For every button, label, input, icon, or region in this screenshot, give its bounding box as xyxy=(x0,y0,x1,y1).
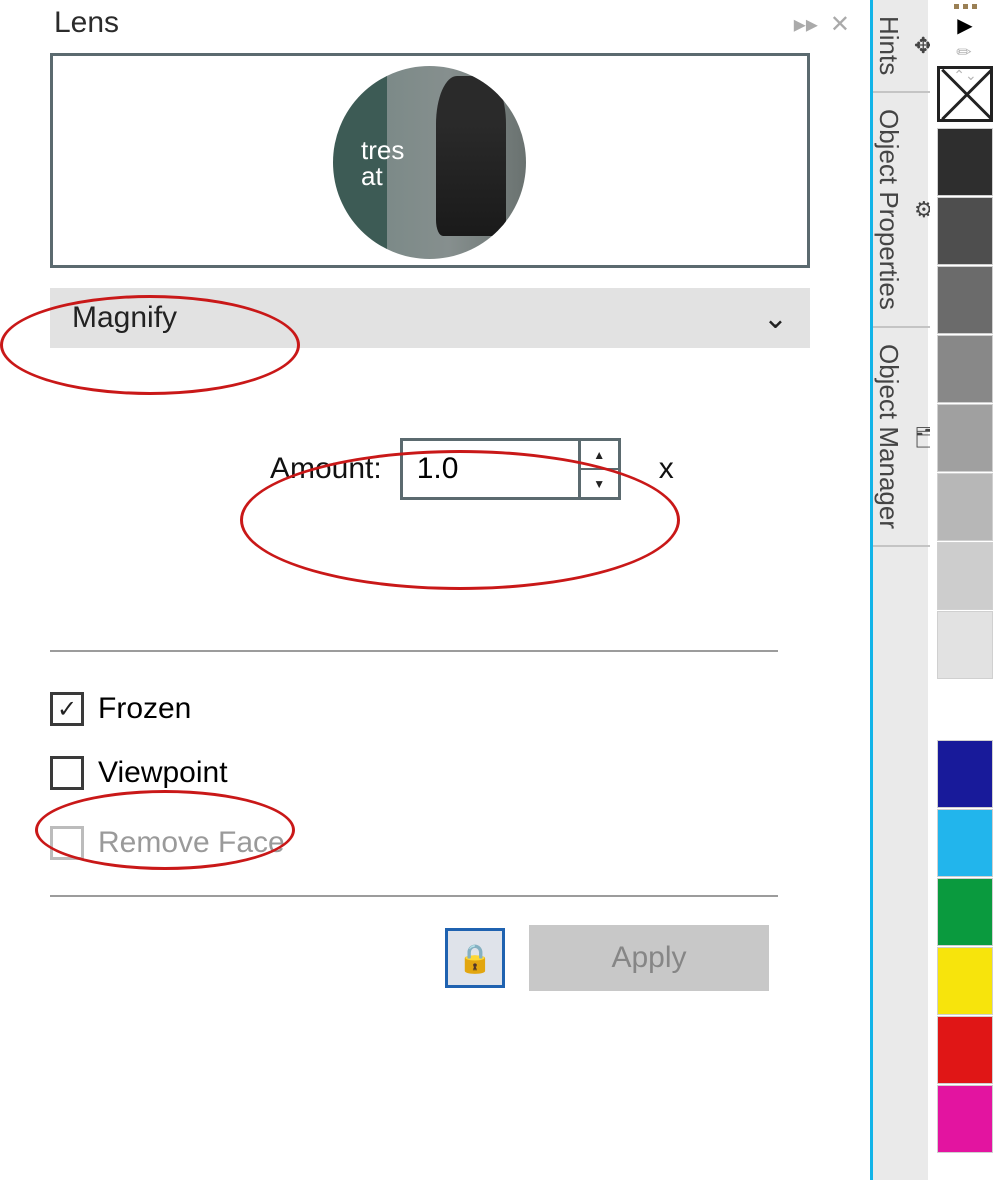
amount-row: Amount: ▲ ▼ x xyxy=(270,438,860,500)
amount-label: Amount: xyxy=(270,452,382,486)
frozen-row: ✓ Frozen xyxy=(50,692,860,726)
swatch-green[interactable] xyxy=(937,878,993,946)
separator-1 xyxy=(50,650,778,652)
lock-icon: 🔒 xyxy=(458,942,493,975)
swatch-gray6[interactable] xyxy=(937,473,993,541)
swatch-gray8[interactable] xyxy=(937,611,993,679)
swatch-gray1[interactable] xyxy=(937,128,993,196)
preview-figure xyxy=(436,76,506,236)
tab-hints-label: Hints xyxy=(873,16,904,75)
amount-input[interactable] xyxy=(403,441,578,497)
collapse-icon[interactable]: ▸▸ xyxy=(794,10,818,39)
frozen-checkbox[interactable]: ✓ xyxy=(50,692,84,726)
swatch-gray4[interactable] xyxy=(937,335,993,403)
swatch-gray5[interactable] xyxy=(937,404,993,472)
checkmark-icon: ✓ xyxy=(57,695,77,724)
tab-object-manager-label: Object Manager xyxy=(873,344,904,529)
preview-text-line1: tres xyxy=(361,137,404,163)
swatch-gray2[interactable] xyxy=(937,197,993,265)
swatch-navy[interactable] xyxy=(937,740,993,808)
swatch-gray3[interactable] xyxy=(937,266,993,334)
viewpoint-label: Viewpoint xyxy=(98,756,228,790)
docker-tabs: ✥ Hints ⚙ Object Properties 🗂 Object Man… xyxy=(870,0,928,1180)
apply-button[interactable]: Apply xyxy=(529,925,769,991)
amount-input-group: ▲ ▼ xyxy=(400,438,621,500)
swatch-gray7[interactable] xyxy=(937,542,993,610)
bottom-row: 🔒 Apply xyxy=(445,925,860,991)
amount-spinner-down[interactable]: ▼ xyxy=(581,470,618,497)
swatch-yellow[interactable] xyxy=(937,947,993,1015)
panel-title: Lens xyxy=(50,0,860,48)
tab-object-properties[interactable]: ⚙ Object Properties xyxy=(873,93,934,328)
eyedropper-icon[interactable]: ✎ xyxy=(952,40,978,66)
preview-text: tres at xyxy=(333,137,404,189)
viewpoint-row: Viewpoint xyxy=(50,756,860,790)
removeface-checkbox xyxy=(50,826,84,860)
flyout-arrow-icon[interactable]: ▶ xyxy=(957,13,972,38)
preview-circle: tres at xyxy=(333,66,526,259)
separator-2 xyxy=(50,895,778,897)
viewpoint-checkbox[interactable] xyxy=(50,756,84,790)
panel-header-icons: ▸▸ ✕ xyxy=(794,10,850,39)
frozen-label: Frozen xyxy=(98,692,191,726)
close-icon[interactable]: ✕ xyxy=(830,10,850,39)
swatch-red[interactable] xyxy=(937,1016,993,1084)
noswatch-icon[interactable] xyxy=(937,66,993,122)
grip-dots xyxy=(954,4,977,9)
right-tool-strip: ▶ ✎ ⌃⌄ xyxy=(930,0,1000,1180)
swatch-cyan[interactable] xyxy=(937,809,993,877)
swatch-pink[interactable] xyxy=(937,1085,993,1153)
lens-panel: ▸▸ ✕ Lens tres at Magnify ⌄ Amount: ▲ ▼ … xyxy=(50,0,860,1180)
lens-type-dropdown[interactable]: Magnify ⌄ xyxy=(50,288,810,348)
lock-button[interactable]: 🔒 xyxy=(445,928,505,988)
tool-top: ▶ ✎ ⌃⌄ xyxy=(930,0,1000,60)
tab-hints[interactable]: ✥ Hints xyxy=(873,0,932,93)
removeface-label: Remove Face xyxy=(98,826,285,860)
lens-preview: tres at xyxy=(50,53,810,268)
removeface-row: Remove Face xyxy=(50,826,860,860)
amount-suffix: x xyxy=(659,452,674,486)
amount-spinner: ▲ ▼ xyxy=(578,441,618,497)
chevron-down-icon: ⌄ xyxy=(763,301,788,336)
tab-object-properties-label: Object Properties xyxy=(873,109,904,310)
preview-text-line2: at xyxy=(361,163,404,189)
lens-type-selected: Magnify xyxy=(72,301,177,335)
amount-spinner-up[interactable]: ▲ xyxy=(581,441,618,470)
